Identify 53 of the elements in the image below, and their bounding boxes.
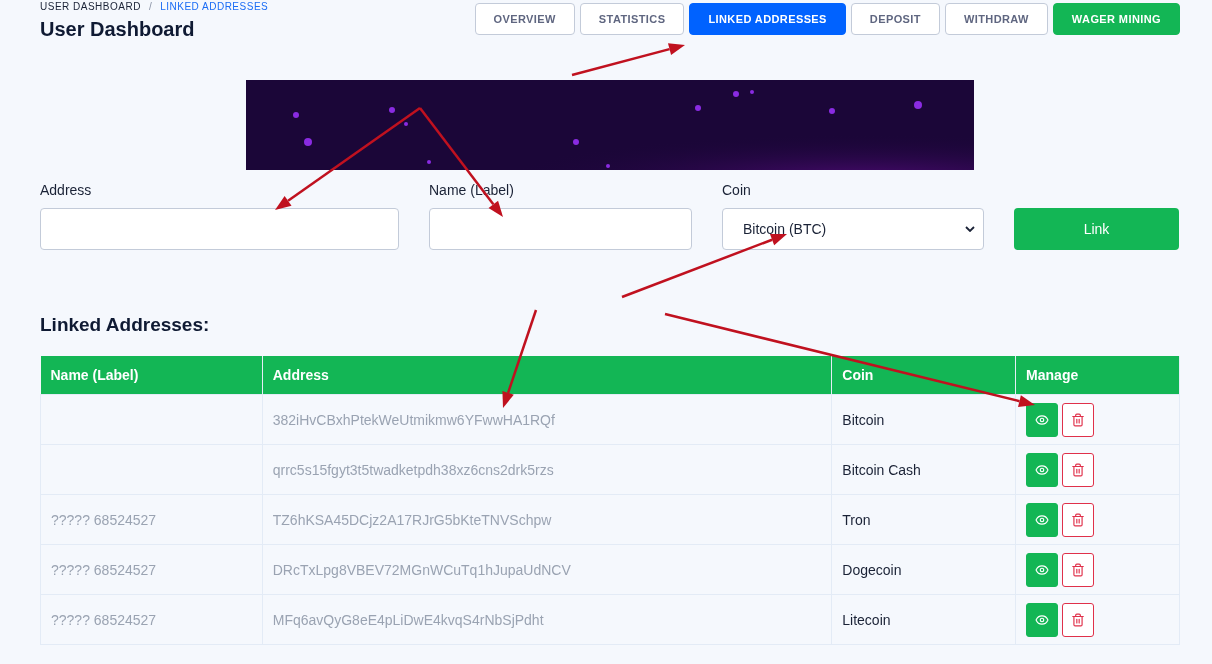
coin-text: Dogecoin: [842, 561, 902, 578]
view-button[interactable]: [1026, 552, 1059, 587]
address-text: DRcTxLpg8VBEV72MGnWCuTq1hJupaUdNCV: [272, 561, 571, 578]
breadcrumb-separator: /: [148, 1, 153, 12]
eye-icon: [1035, 512, 1050, 527]
coin-text: Bitcoin: [842, 411, 885, 428]
address-text: qrrc5s15fgyt3t5twadketpdh38xz6cns2drk5rzs: [272, 461, 554, 478]
nav-tab[interactable]: WITHDRAW: [944, 3, 1048, 35]
eye-icon: [1035, 462, 1050, 477]
nav-tab[interactable]: LINKED ADDRESSES: [689, 3, 846, 35]
delete-button[interactable]: [1062, 452, 1095, 487]
section-heading: Linked Addresses:: [40, 314, 211, 336]
view-button[interactable]: [1026, 452, 1059, 487]
view-button[interactable]: [1026, 502, 1059, 537]
name-text: ????? 68524527: [51, 561, 157, 578]
eye-icon: [1035, 612, 1050, 627]
view-button[interactable]: [1026, 602, 1059, 637]
name-input[interactable]: [429, 208, 692, 250]
address-text: TZ6hKSA45DCjz2A17RJrG5bKteTNVSchpw: [272, 511, 552, 528]
eye-icon: [1035, 562, 1050, 577]
delete-button[interactable]: [1062, 502, 1095, 537]
coin-text: Bitcoin Cash: [842, 461, 921, 478]
trash-icon: [1071, 412, 1086, 427]
nav-tab[interactable]: STATISTICS: [579, 3, 685, 35]
coin-text: Litecoin: [842, 611, 891, 628]
delete-button[interactable]: [1062, 602, 1095, 637]
column-header: Name (Label): [40, 356, 263, 395]
field-label: Address: [40, 182, 93, 198]
column-header: Manage: [1015, 356, 1180, 395]
address-input[interactable]: [40, 208, 399, 250]
column-header: Address: [262, 356, 832, 395]
nav-tab[interactable]: OVERVIEW: [474, 3, 575, 35]
column-header: Coin: [831, 356, 1016, 395]
trash-icon: [1071, 462, 1086, 477]
name-text: ????? 68524527: [51, 511, 157, 528]
view-button[interactable]: [1026, 402, 1059, 437]
field-label: Coin: [722, 182, 752, 198]
breadcrumb-link[interactable]: LINKED ADDRESSES: [160, 1, 269, 12]
delete-button[interactable]: [1062, 552, 1095, 587]
coin-text: Tron: [842, 511, 871, 528]
trash-icon: [1071, 512, 1086, 527]
name-text: ????? 68524527: [51, 611, 157, 628]
nav-tab[interactable]: DEPOSIT: [850, 3, 940, 35]
trash-icon: [1071, 612, 1086, 627]
eye-icon: [1035, 412, 1050, 427]
address-text: MFq6avQyG8eE4pLiDwE4kvqS4rNbSjPdht: [272, 611, 544, 628]
breadcrumb-link[interactable]: USER DASHBOARD: [40, 1, 141, 12]
delete-button[interactable]: [1062, 402, 1095, 437]
coin-select[interactable]: Bitcoin (BTC): [722, 208, 984, 250]
address-text: 382iHvCBxhPtekWeUtmikmw6YFwwHA1RQf: [272, 411, 555, 428]
trash-icon: [1071, 562, 1086, 577]
page-title: User Dashboard: [40, 18, 196, 41]
chevron-down-icon: [965, 226, 975, 232]
